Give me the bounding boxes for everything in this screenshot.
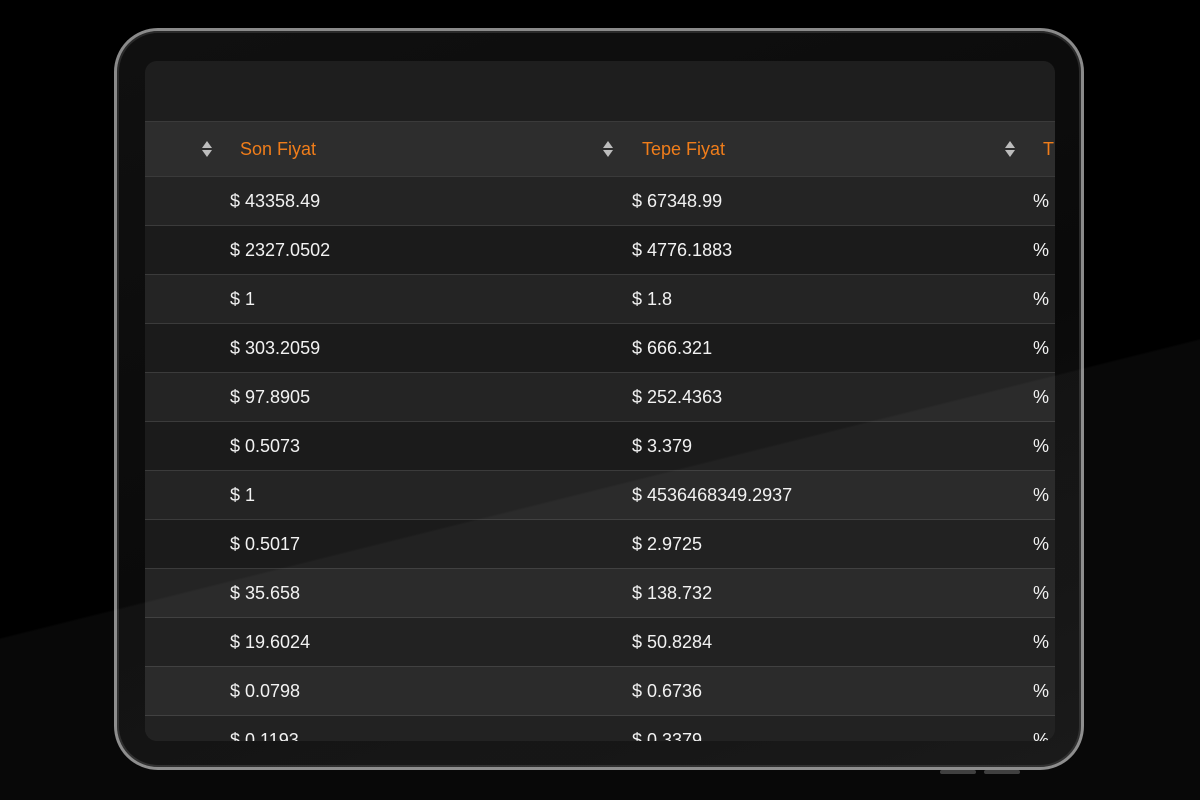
column-header-tepe-fiyat[interactable]: Tepe Fiyat: [642, 122, 725, 176]
tablet-side-button: [940, 770, 976, 774]
cell-tepe-fiyat: $ 2.9725: [632, 534, 703, 554]
cell-son-fiyat: $ 43358.49: [230, 191, 321, 211]
table-row[interactable]: $ 0.5017 $ 2.9725 %: [145, 520, 1055, 569]
cell-tepe-fiyat: $ 3.379: [632, 436, 693, 456]
cell-percent: %: [1033, 240, 1050, 260]
cell-tepe-fiyat: $ 67348.99: [632, 191, 723, 211]
cell-son-fiyat: $ 1: [230, 485, 256, 505]
table-row[interactable]: $ 0.0798 $ 0.6736 %: [145, 667, 1055, 716]
table-row[interactable]: $ 19.6024 $ 50.8284 %: [145, 618, 1055, 667]
table-row[interactable]: $ 303.2059 $ 666.321 %: [145, 324, 1055, 373]
table-row[interactable]: $ 1 $ 4536468349.2937 %: [145, 471, 1055, 520]
cell-percent: %: [1033, 485, 1050, 505]
table-toolbar: [145, 61, 1055, 122]
cell-tepe-fiyat: $ 252.4363: [632, 387, 723, 407]
sort-icon[interactable]: [1004, 139, 1016, 159]
table-row[interactable]: $ 43358.49 $ 67348.99 %: [145, 177, 1055, 226]
table-row[interactable]: $ 2327.0502 $ 4776.1883 %: [145, 226, 1055, 275]
cell-tepe-fiyat: $ 666.321: [632, 338, 713, 358]
cell-tepe-fiyat: $ 138.732: [632, 583, 713, 603]
table-row[interactable]: $ 97.8905 $ 252.4363 %: [145, 373, 1055, 422]
sort-icon[interactable]: [602, 139, 614, 159]
cell-son-fiyat: $ 0.1193: [230, 730, 299, 741]
column-header-son-fiyat[interactable]: Son Fiyat: [240, 122, 316, 176]
cell-percent: %: [1033, 387, 1050, 407]
cell-percent: %: [1033, 583, 1050, 603]
column-header-third[interactable]: T: [1043, 122, 1054, 176]
cell-son-fiyat: $ 97.8905: [230, 387, 311, 407]
cell-son-fiyat: $ 35.658: [230, 583, 301, 603]
cell-son-fiyat: $ 303.2059: [230, 338, 321, 358]
sort-icon[interactable]: [201, 139, 213, 159]
cell-percent: %: [1033, 191, 1050, 211]
table-row[interactable]: $ 1 $ 1.8 %: [145, 275, 1055, 324]
tablet-screen: Son Fiyat Tepe Fiyat T $ 43358.49 $ 6734…: [145, 61, 1055, 741]
table-row[interactable]: $ 0.1193 $ 0.3379 %: [145, 716, 1055, 741]
cell-percent: %: [1033, 681, 1050, 701]
cell-son-fiyat: $ 0.5017: [230, 534, 301, 554]
cell-percent: %: [1033, 534, 1050, 554]
cell-son-fiyat: $ 0.0798: [230, 681, 301, 701]
cell-tepe-fiyat: $ 1.8: [632, 289, 673, 309]
cell-percent: %: [1033, 436, 1050, 456]
cell-tepe-fiyat: $ 0.6736: [632, 681, 703, 701]
table-row[interactable]: $ 0.5073 $ 3.379 %: [145, 422, 1055, 471]
cell-son-fiyat: $ 19.6024: [230, 632, 311, 652]
table-header: Son Fiyat Tepe Fiyat T: [145, 122, 1055, 177]
cell-tepe-fiyat: $ 4536468349.2937: [632, 485, 793, 505]
cell-percent: %: [1033, 289, 1050, 309]
cell-son-fiyat: $ 0.5073: [230, 436, 301, 456]
cell-tepe-fiyat: $ 50.8284: [632, 632, 713, 652]
cell-tepe-fiyat: $ 0.3379: [632, 730, 703, 741]
table-row[interactable]: $ 35.658 $ 138.732 %: [145, 569, 1055, 618]
cell-tepe-fiyat: $ 4776.1883: [632, 240, 733, 260]
cell-percent: %: [1033, 730, 1050, 741]
table-body: $ 43358.49 $ 67348.99 % $ 2327.0502 $ 47…: [145, 177, 1055, 741]
tablet-side-button: [984, 770, 1020, 774]
cell-son-fiyat: $ 1: [230, 289, 256, 309]
cell-percent: %: [1033, 632, 1050, 652]
cell-son-fiyat: $ 2327.0502: [230, 240, 331, 260]
cell-percent: %: [1033, 338, 1050, 358]
